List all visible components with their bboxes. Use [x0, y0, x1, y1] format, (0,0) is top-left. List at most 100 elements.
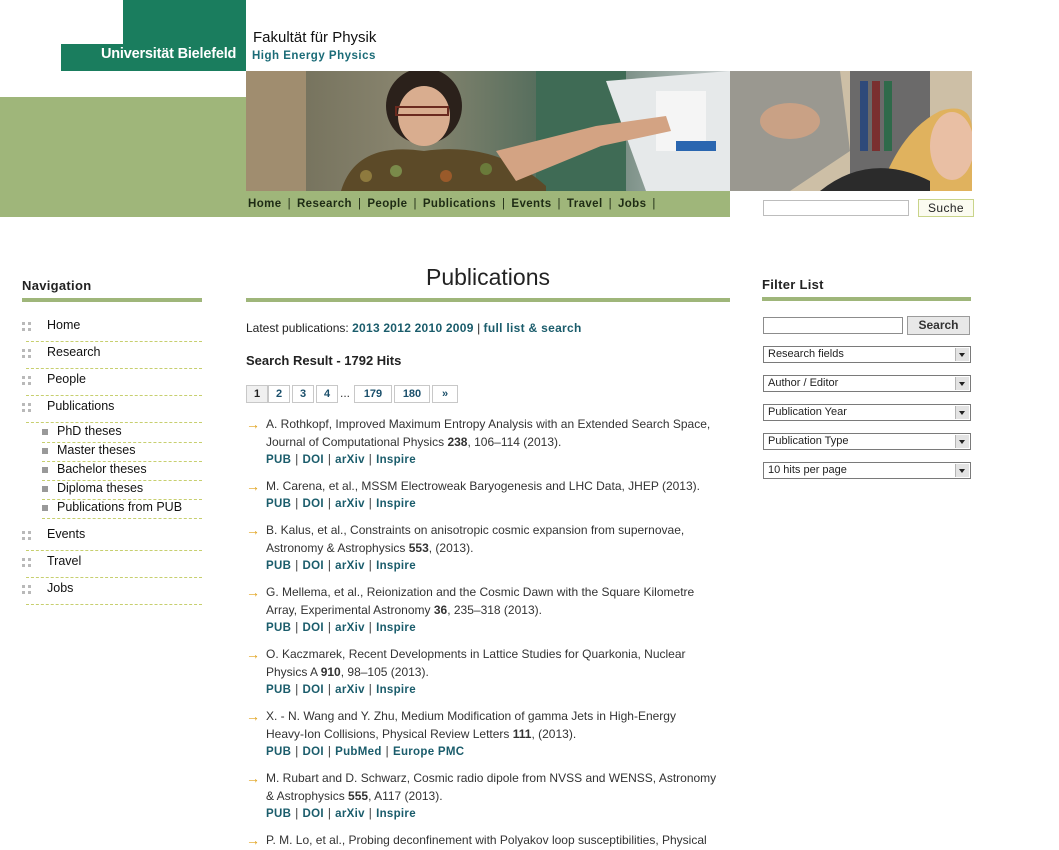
sidebar-item-research[interactable]: Research: [22, 343, 202, 369]
link-doi[interactable]: DOI: [302, 622, 323, 634]
topnav-item-events[interactable]: Events: [511, 198, 551, 210]
link-pub[interactable]: PUB: [266, 684, 291, 696]
filter-heading: Filter List: [762, 277, 824, 292]
site-search-input[interactable]: [763, 200, 909, 216]
citation-line: X. - N. Wang and Y. Zhu, Medium Modifica…: [266, 709, 676, 723]
link-inspire[interactable]: Inspire: [376, 808, 416, 820]
topnav-separator: |: [502, 198, 506, 210]
sidebar-subitem-bachelor-theses[interactable]: Bachelor theses: [42, 462, 202, 481]
filter-select-research-fields[interactable]: Research fields: [763, 346, 971, 363]
sidebar-subitem-label: Bachelor theses: [57, 462, 147, 476]
pagination-page-1[interactable]: 1: [246, 385, 268, 403]
title-rule: [246, 298, 730, 302]
link-inspire[interactable]: Inspire: [376, 622, 416, 634]
topnav-item-travel[interactable]: Travel: [567, 198, 603, 210]
link-separator: |: [327, 808, 332, 820]
filter-select-author-editor[interactable]: Author / Editor: [763, 375, 971, 392]
link-inspire[interactable]: Inspire: [376, 560, 416, 572]
sidebar-item-events[interactable]: Events: [22, 525, 202, 551]
filter-search-input[interactable]: [763, 317, 903, 334]
link-pubmed[interactable]: PubMed: [335, 746, 382, 758]
header-photo-student: [730, 71, 972, 191]
pagination-page-4[interactable]: 4: [316, 385, 338, 403]
chevron-down-icon[interactable]: [955, 464, 969, 477]
link-arxiv[interactable]: arXiv: [335, 454, 365, 466]
topnav-item-jobs[interactable]: Jobs: [618, 198, 646, 210]
link-arxiv[interactable]: arXiv: [335, 684, 365, 696]
header-photo-lecture: [246, 71, 730, 191]
sidebar-subitem-master-theses[interactable]: Master theses: [42, 443, 202, 462]
link-doi[interactable]: DOI: [302, 746, 323, 758]
link-doi[interactable]: DOI: [302, 454, 323, 466]
year-link-2010[interactable]: 2010: [415, 321, 443, 335]
topnav-item-research[interactable]: Research: [297, 198, 352, 210]
link-pub[interactable]: PUB: [266, 454, 291, 466]
link-pub[interactable]: PUB: [266, 498, 291, 510]
sidebar-subitem-label: Publications from PUB: [57, 500, 183, 514]
pagination-page-2[interactable]: 2: [268, 385, 290, 403]
topnav-item-publications[interactable]: Publications: [423, 198, 496, 210]
filter-search-button[interactable]: Search: [907, 316, 970, 335]
citation-text: Array, Experimental Astronomy: [266, 603, 434, 617]
filter-select-publication-year[interactable]: Publication Year: [763, 404, 971, 421]
link-separator: |: [327, 454, 332, 466]
year-link-2013[interactable]: 2013: [352, 321, 380, 335]
sidebar-item-travel[interactable]: Travel: [22, 552, 202, 578]
topnav-item-people[interactable]: People: [367, 198, 407, 210]
link-inspire[interactable]: Inspire: [376, 454, 416, 466]
filter-select-10-hits-per-page[interactable]: 10 hits per page: [763, 462, 971, 479]
citation-volume: 111: [512, 727, 532, 741]
link-arxiv[interactable]: arXiv: [335, 498, 365, 510]
pagination-page-180[interactable]: 180: [394, 385, 430, 403]
publication-citation: M. Carena, et al., MSSM Electroweak Bary…: [266, 477, 728, 495]
link-arxiv[interactable]: arXiv: [335, 622, 365, 634]
top-navigation: Home | Research | People | Publications | Events…: [248, 198, 662, 210]
sidebar-item-people[interactable]: People: [22, 370, 202, 396]
year-link-2009[interactable]: 2009: [446, 321, 474, 335]
link-doi[interactable]: DOI: [302, 560, 323, 572]
topnav-item-home[interactable]: Home: [248, 198, 282, 210]
chevron-down-icon[interactable]: [955, 435, 969, 448]
chevron-down-icon[interactable]: [955, 348, 969, 361]
sidebar-item-home[interactable]: Home: [22, 316, 202, 342]
full-list-link[interactable]: full list & search: [484, 321, 582, 335]
arrow-right-icon: →: [246, 416, 260, 432]
sidebar-subitem-publications-from-pub[interactable]: Publications from PUB: [42, 500, 202, 519]
pagination-page-3[interactable]: 3: [292, 385, 314, 403]
link-pub[interactable]: PUB: [266, 746, 291, 758]
link-pub[interactable]: PUB: [266, 622, 291, 634]
link-inspire[interactable]: Inspire: [376, 684, 416, 696]
site-search-button[interactable]: Suche: [918, 199, 974, 217]
square-bullet-icon: [42, 505, 48, 511]
year-link-2012[interactable]: 2012: [383, 321, 411, 335]
square-bullet-icon: [42, 486, 48, 492]
sidebar-subitem-phd-theses[interactable]: PhD theses: [42, 424, 202, 443]
sidebar-item-divider: [26, 577, 202, 578]
filter-select-publication-type[interactable]: Publication Type: [763, 433, 971, 450]
sidebar-subitem-diploma-theses[interactable]: Diploma theses: [42, 481, 202, 500]
link-pub[interactable]: PUB: [266, 808, 291, 820]
topnav-separator: |: [557, 198, 561, 210]
pagination-next-button[interactable]: »: [432, 385, 458, 403]
link-doi[interactable]: DOI: [302, 684, 323, 696]
link-separator: |: [327, 622, 332, 634]
group-title[interactable]: High Energy Physics: [252, 50, 376, 62]
pagination-page-179[interactable]: 179: [354, 385, 392, 403]
search-result-count: Search Result - 1792 Hits: [246, 353, 402, 368]
chevron-down-icon[interactable]: [955, 377, 969, 390]
citation-line: M. Rubart and D. Schwarz, Cosmic radio d…: [266, 771, 717, 785]
chevron-down-icon[interactable]: [955, 406, 969, 419]
link-doi[interactable]: DOI: [302, 498, 323, 510]
link-arxiv[interactable]: arXiv: [335, 808, 365, 820]
link-inspire[interactable]: Inspire: [376, 498, 416, 510]
link-pub[interactable]: PUB: [266, 560, 291, 572]
faculty-title[interactable]: Fakultät für Physik: [253, 29, 376, 46]
link-separator: |: [368, 454, 373, 466]
citation-text: Heavy-Ion Collisions, Physical Review Le…: [266, 727, 513, 741]
sidebar-item-jobs[interactable]: Jobs: [22, 579, 202, 605]
link-doi[interactable]: DOI: [302, 808, 323, 820]
sidebar-item-publications[interactable]: Publications: [22, 397, 202, 423]
link-arxiv[interactable]: arXiv: [335, 560, 365, 572]
link-europe-pmc[interactable]: Europe PMC: [393, 746, 464, 758]
square-bullet-icon: [42, 467, 48, 473]
